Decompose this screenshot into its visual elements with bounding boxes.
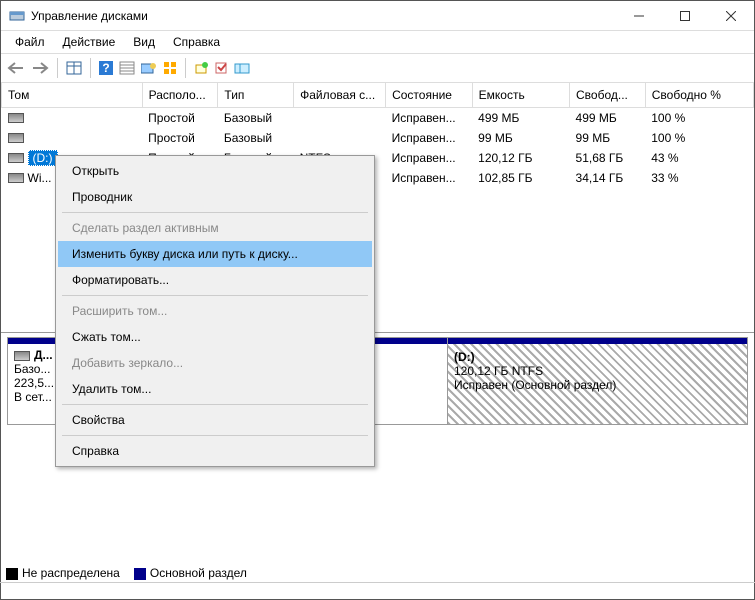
- action2-icon[interactable]: [214, 61, 228, 75]
- col-free[interactable]: Свобод...: [570, 83, 646, 107]
- col-fs[interactable]: Файловая с...: [294, 83, 386, 107]
- ctx-add-mirror: Добавить зеркало...: [58, 350, 372, 376]
- context-menu: Открыть Проводник Сделать раздел активны…: [55, 155, 375, 467]
- menubar: Файл Действие Вид Справка: [1, 31, 754, 53]
- ctx-change-drive-letter[interactable]: Изменить букву диска или путь к диску...: [58, 241, 372, 267]
- separator: [185, 58, 186, 78]
- legend-unallocated-icon: [6, 568, 18, 580]
- disk-icon: [14, 351, 30, 361]
- ctx-properties[interactable]: Свойства: [58, 407, 372, 433]
- menu-view[interactable]: Вид: [125, 33, 163, 51]
- ctx-mark-active: Сделать раздел активным: [58, 215, 372, 241]
- col-capacity[interactable]: Емкость: [472, 83, 569, 107]
- separator: [62, 435, 368, 436]
- action3-icon[interactable]: [234, 61, 250, 75]
- action1-icon[interactable]: [194, 61, 208, 75]
- app-icon: [9, 8, 25, 24]
- menu-action[interactable]: Действие: [55, 33, 124, 51]
- grid-icon[interactable]: [163, 61, 177, 75]
- separator: [57, 58, 58, 78]
- svg-text:?: ?: [102, 61, 109, 75]
- table-icon[interactable]: [66, 61, 82, 75]
- statusbar: [0, 582, 755, 600]
- window-title: Управление дисками: [31, 9, 616, 23]
- legend: Не распределена Основной раздел: [6, 566, 247, 580]
- separator: [62, 404, 368, 405]
- separator: [62, 295, 368, 296]
- col-status[interactable]: Состояние: [386, 83, 473, 107]
- maximize-button[interactable]: [662, 1, 708, 31]
- col-volume[interactable]: Том: [2, 83, 143, 107]
- close-button[interactable]: [708, 1, 754, 31]
- separator: [62, 212, 368, 213]
- back-icon[interactable]: [7, 61, 25, 75]
- ctx-extend: Расширить том...: [58, 298, 372, 324]
- col-freepct[interactable]: Свободно %: [645, 83, 753, 107]
- col-layout[interactable]: Располо...: [142, 83, 218, 107]
- titlebar: Управление дисками: [1, 1, 754, 31]
- list-icon[interactable]: [119, 61, 135, 75]
- ctx-shrink[interactable]: Сжать том...: [58, 324, 372, 350]
- ctx-format[interactable]: Форматировать...: [58, 267, 372, 293]
- table-row[interactable]: ПростойБазовыйИсправен...99 МБ99 МБ100 %: [2, 128, 754, 148]
- table-row[interactable]: ПростойБазовыйИсправен...499 МБ499 МБ100…: [2, 107, 754, 128]
- toolbar: ?: [1, 53, 754, 83]
- legend-primary-icon: [134, 568, 146, 580]
- ctx-help[interactable]: Справка: [58, 438, 372, 464]
- menu-help[interactable]: Справка: [165, 33, 228, 51]
- ctx-delete[interactable]: Удалить том...: [58, 376, 372, 402]
- partition[interactable]: (D:)120,12 ГБ NTFSИсправен (Основной раз…: [448, 338, 747, 424]
- menu-file[interactable]: Файл: [7, 33, 53, 51]
- ctx-explorer[interactable]: Проводник: [58, 184, 372, 210]
- settings-icon[interactable]: [141, 61, 157, 75]
- col-type[interactable]: Тип: [218, 83, 294, 107]
- separator: [90, 58, 91, 78]
- forward-icon[interactable]: [31, 61, 49, 75]
- minimize-button[interactable]: [616, 1, 662, 31]
- help-icon[interactable]: ?: [99, 61, 113, 75]
- ctx-open[interactable]: Открыть: [58, 158, 372, 184]
